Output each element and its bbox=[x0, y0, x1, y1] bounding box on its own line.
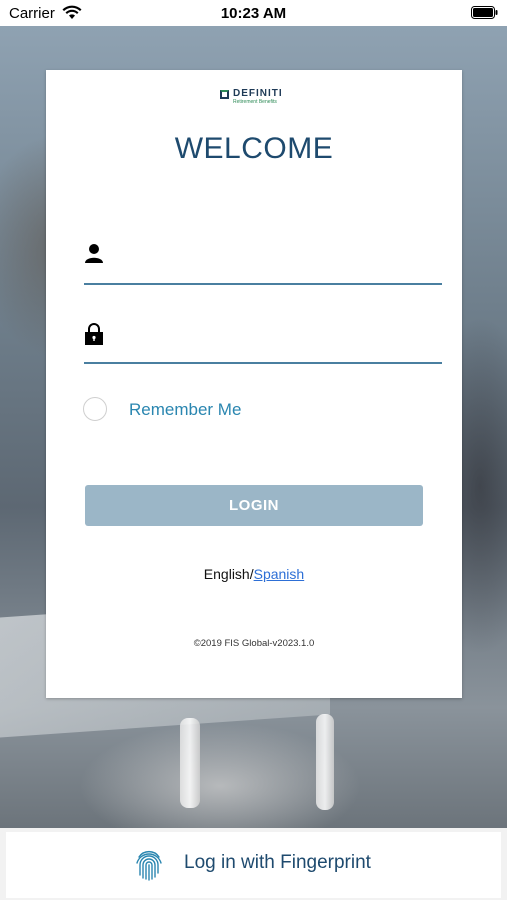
password-input[interactable] bbox=[120, 326, 434, 358]
brand-logo: DEFINITI Retirement Benefits bbox=[220, 88, 290, 108]
page-title: WELCOME bbox=[174, 132, 334, 165]
logo-name: DEFINITI bbox=[233, 88, 283, 99]
lock-icon bbox=[85, 323, 103, 345]
logo-tagline: Retirement Benefits bbox=[233, 99, 277, 105]
remember-me-radio[interactable] bbox=[83, 397, 107, 421]
language-english[interactable]: English bbox=[204, 566, 250, 582]
username-input[interactable] bbox=[120, 247, 434, 279]
copyright-text: ©2019 FIS Global-v2023.1.0 bbox=[193, 638, 315, 649]
fingerprint-icon bbox=[136, 851, 162, 881]
logo-mark-icon bbox=[220, 90, 229, 99]
remember-me-label[interactable]: Remember Me bbox=[129, 400, 241, 420]
user-icon bbox=[85, 244, 103, 263]
status-bar: Carrier 10:23 AM bbox=[0, 0, 507, 26]
language-spanish-link[interactable]: Spanish bbox=[254, 566, 305, 582]
clock: 10:23 AM bbox=[220, 5, 287, 22]
language-switcher: English/Spanish bbox=[46, 566, 462, 582]
login-button[interactable]: LOGIN bbox=[85, 485, 423, 526]
remember-me-option[interactable]: Remember Me bbox=[83, 397, 283, 425]
background-cup bbox=[180, 718, 200, 808]
bottom-bar: Log in with Fingerprint bbox=[0, 828, 507, 900]
background-cup bbox=[316, 714, 334, 810]
fingerprint-login-button[interactable]: Log in with Fingerprint bbox=[6, 832, 501, 898]
password-field[interactable] bbox=[84, 322, 442, 364]
username-field[interactable] bbox=[84, 243, 442, 285]
fingerprint-login-label[interactable]: Log in with Fingerprint bbox=[184, 852, 371, 874]
battery-icon bbox=[471, 6, 498, 19]
